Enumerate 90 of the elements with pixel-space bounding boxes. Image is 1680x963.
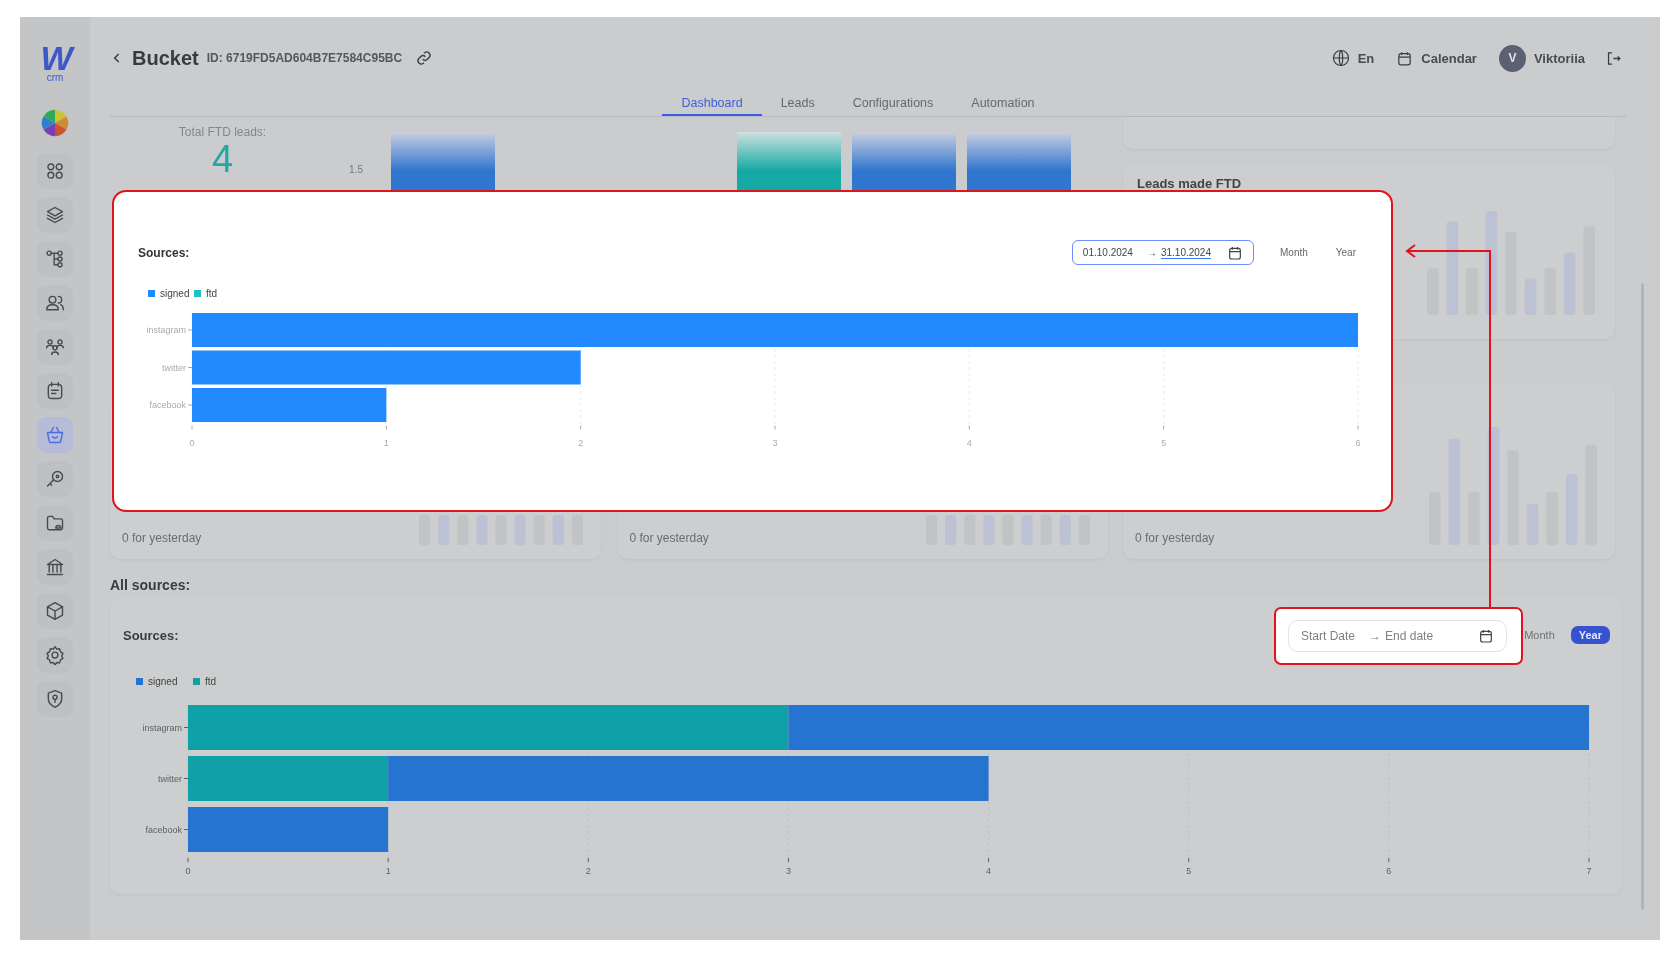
period-option[interactable]: Month [1522, 626, 1557, 644]
logout-icon[interactable] [1605, 49, 1622, 67]
axis-label: 4 [966, 438, 972, 448]
sidebar-item[interactable] [37, 153, 73, 189]
stat-value: 4 [211, 139, 234, 181]
card-title: Sources: [138, 245, 190, 260]
axis-label: 3 [772, 438, 778, 448]
sidebar-item[interactable] [37, 637, 73, 673]
legend-label: ftd [205, 676, 217, 687]
stat-caption: 0 for yesterday [1135, 531, 1215, 545]
users-icon[interactable] [45, 293, 65, 313]
sidebar-item[interactable] [37, 373, 73, 409]
start-date: 01.10.2024 [1082, 247, 1133, 258]
card-title: Leads made FTD [1137, 176, 1243, 191]
axis-label: 1 [383, 438, 389, 448]
sidebar-item[interactable] [37, 417, 73, 453]
link-icon[interactable] [416, 50, 433, 66]
category-label: twitter [158, 773, 182, 784]
settings-icon[interactable] [45, 645, 65, 665]
date-range-field[interactable]: 01.10.2024 → 31.10.2024 [1071, 240, 1254, 265]
sidebar-item[interactable] [37, 329, 73, 365]
date-range-field[interactable]: Start Date → End date [1288, 620, 1507, 652]
tab[interactable]: Leads [761, 87, 834, 116]
bucket-id: ID: 6719FD5AD604B7E7584C95BC [206, 51, 403, 65]
sidebar-item[interactable] [37, 505, 73, 541]
axis-label: 0 [189, 438, 195, 448]
shield-icon[interactable] [45, 689, 65, 709]
grid-icon[interactable] [45, 161, 65, 181]
calendar-icon[interactable] [1396, 49, 1414, 67]
axis-label: 1 [385, 866, 391, 876]
axis-label: 6 [1386, 866, 1392, 876]
note-icon[interactable] [45, 381, 65, 401]
page-title: Bucket [132, 46, 199, 70]
sidebar-item[interactable] [37, 549, 73, 585]
stat-caption: 0 for yesterday [122, 531, 202, 545]
user-avatar[interactable]: V [1498, 44, 1526, 72]
legend-label: signed [160, 288, 190, 299]
period-option[interactable]: Year [1329, 244, 1362, 261]
category-label: facebook [149, 400, 186, 410]
stat-label: Total FTD leads: [178, 125, 267, 139]
end-date: 31.10.2024 [1160, 246, 1211, 259]
tab[interactable]: Automation [952, 87, 1054, 116]
arrow-glyph: → [1146, 247, 1157, 258]
basket-icon[interactable] [45, 425, 65, 445]
logo-caption: crm [46, 73, 64, 83]
calendar-icon[interactable] [1478, 628, 1494, 644]
sidebar-item[interactable] [37, 681, 73, 717]
axis-label: 1.5 [349, 164, 363, 175]
period-option[interactable]: Month [1274, 244, 1314, 261]
stat-caption: 0 for yesterday [629, 531, 709, 545]
cube-icon[interactable] [45, 601, 65, 621]
axis-label: 4 [986, 866, 992, 876]
user-name[interactable]: Viktoriia [1533, 50, 1585, 66]
legend-label: ftd [206, 288, 218, 299]
axis-label: 0 [185, 866, 191, 876]
start-date-field[interactable]: Start Date [1301, 629, 1356, 643]
layers-icon[interactable] [45, 205, 65, 225]
language-selector[interactable]: En [1357, 50, 1375, 66]
axis-label: 5 [1186, 866, 1192, 876]
sidebar-item[interactable] [37, 461, 73, 497]
axis-label: 5 [1161, 438, 1167, 448]
bank-icon[interactable] [45, 557, 65, 577]
category-label: instagram [146, 325, 186, 335]
team-icon[interactable] [45, 337, 65, 357]
category-label: instagram [142, 722, 182, 733]
axis-label: 7 [1586, 866, 1592, 876]
category-label: twitter [162, 362, 186, 373]
calendar-link[interactable]: Calendar [1421, 50, 1477, 66]
sidebar-item[interactable] [37, 285, 73, 321]
axis-label: 2 [585, 866, 591, 876]
category-label: facebook [145, 824, 182, 835]
tab[interactable]: Configurations [833, 87, 953, 116]
legend-label: signed [148, 676, 178, 687]
end-date-field[interactable]: End date [1385, 629, 1434, 643]
hierarchy-icon[interactable] [45, 249, 65, 269]
card-title: Sources: [123, 627, 179, 643]
sidebar-item[interactable] [37, 593, 73, 629]
arrow-glyph: → [1369, 629, 1382, 643]
sidebar-item[interactable] [37, 241, 73, 277]
axis-label: 6 [1355, 438, 1361, 448]
axis-label: 3 [785, 866, 791, 876]
axis-label: 2 [578, 438, 584, 448]
folder-icon[interactable] [45, 513, 65, 533]
tab[interactable]: Dashboard [662, 87, 762, 116]
period-option[interactable]: Year [1570, 626, 1610, 644]
calendar-icon[interactable] [1227, 244, 1243, 261]
globe-icon[interactable] [1331, 49, 1350, 67]
section-heading: All sources: [110, 576, 192, 595]
key-icon[interactable] [45, 469, 65, 489]
sidebar-item[interactable] [37, 197, 73, 233]
